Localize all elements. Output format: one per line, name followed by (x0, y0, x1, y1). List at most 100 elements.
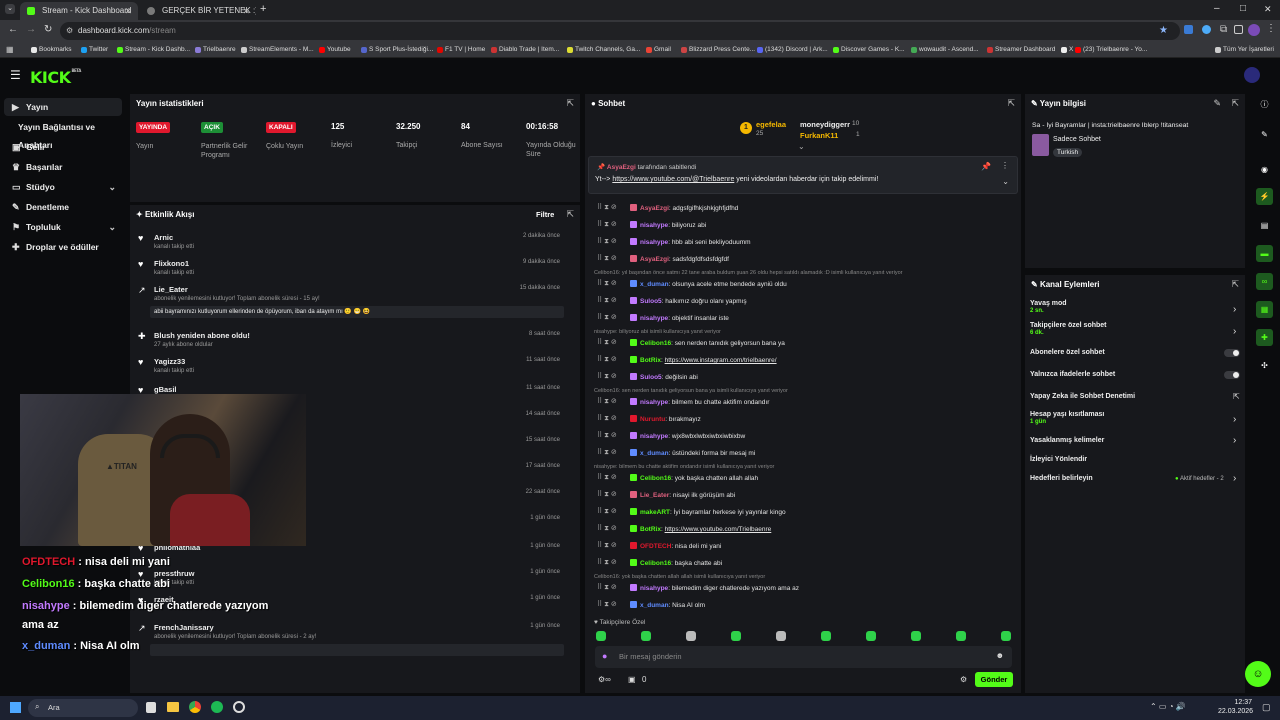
emote-icon[interactable] (1001, 631, 1011, 641)
chat-username[interactable]: Nuruntu (640, 416, 665, 423)
account-age-action[interactable]: Hesap yaşı kısıtlaması 1 gün (1030, 411, 1104, 425)
tab-youtube-video[interactable]: GERÇEK BİR YETENEK :) - Tier L ✕ (140, 2, 256, 20)
top-chatter-name[interactable]: moneydiggerr (800, 120, 850, 129)
mod-actions-icon[interactable]: ⠿ ⧗ ⊘ (597, 558, 617, 567)
sidebar-item-gelir[interactable]: ▣ Gelir (4, 138, 122, 156)
sidebar-item-basarilar[interactable]: ♛ Başarılar (4, 158, 122, 176)
emote-icon[interactable] (821, 631, 831, 641)
bookmark-item[interactable]: (23) Trielbaenre - Yo... (1074, 44, 1147, 56)
bookmark-item[interactable]: Discover Games - K... (832, 44, 905, 56)
event-username[interactable]: Arnic (154, 233, 173, 242)
chat-username[interactable]: x_duman (640, 450, 669, 457)
mod-actions-icon[interactable]: ⠿ ⧗ ⊘ (597, 524, 617, 533)
chat-link[interactable]: https://www.youtube.com/Trielbaenre (665, 526, 772, 533)
profile-avatar[interactable] (1248, 24, 1260, 36)
bookmark-item[interactable]: Blizzard Press Cente... (680, 44, 755, 56)
chat-username[interactable]: Lie_Eater (640, 492, 669, 499)
sidepanel-icon[interactable] (1234, 25, 1243, 34)
edit-icon[interactable]: ✎ (1213, 98, 1221, 109)
bookmark-item[interactable]: (1342) Discord | Ark... (756, 44, 828, 56)
info-icon[interactable]: ⓘ (1256, 96, 1273, 113)
kick-logo[interactable]: KICKBETA (30, 68, 81, 87)
bookmark-item[interactable]: X (1060, 44, 1073, 56)
chat-input[interactable]: ● Bir mesaj gönderin ☻ (595, 646, 1012, 668)
mod-actions-icon[interactable]: ⠿ ⧗ ⊘ (597, 600, 617, 609)
sidebar-item-denetleme[interactable]: ✎ Denetleme (4, 198, 122, 216)
mod-actions-icon[interactable]: ⠿ ⧗ ⊘ (597, 203, 617, 212)
mod-actions-icon[interactable]: ⠿ ⧗ ⊘ (597, 279, 617, 288)
extension-icon[interactable]: ⧉ (1220, 24, 1227, 35)
event-username[interactable]: pressthruw (154, 569, 194, 578)
emote-icon[interactable] (596, 631, 606, 641)
more-options-icon[interactable]: ⋮ (1001, 161, 1009, 170)
chat-username[interactable]: nisahype (640, 315, 668, 322)
mod-actions-icon[interactable]: ⠿ ⧗ ⊘ (597, 254, 617, 263)
sidebar-item-yayin[interactable]: ▶ Yayın (4, 98, 122, 116)
puzzle-icon[interactable]: ✣ (1256, 357, 1273, 374)
event-username[interactable]: Flixkono1 (154, 259, 189, 268)
send-button[interactable]: Gönder (975, 672, 1013, 687)
open-panel-icon[interactable]: ⇱ (1231, 98, 1239, 109)
mod-actions-icon[interactable]: ⠿ ⧗ ⊘ (597, 313, 617, 322)
mod-actions-icon[interactable]: ⠿ ⧗ ⊘ (597, 414, 617, 423)
chevron-right-icon[interactable]: › (1233, 326, 1236, 337)
chat-username[interactable]: Suloo5 (640, 298, 662, 305)
bookmark-item[interactable]: StreamElements - M... (240, 44, 314, 56)
sidebar-item-droplar[interactable]: ✚ Droplar ve ödüller (4, 238, 122, 256)
chat-username[interactable]: OFDTECH (640, 543, 671, 550)
chat-username[interactable]: Celibon16 (640, 475, 671, 482)
pinned-link[interactable]: https://www.youtube.com/@Trielbaenre (612, 176, 734, 183)
mod-actions-icon[interactable]: ⠿ ⧗ ⊘ (597, 473, 617, 482)
sidebar-item-stream-key[interactable]: Yayın Bağlantısı ve Anahtarı (4, 118, 122, 150)
emote-icon[interactable] (731, 631, 741, 641)
mod-actions-icon[interactable]: ⠿ ⧗ ⊘ (597, 431, 617, 440)
chat-username[interactable]: nisahype (640, 433, 668, 440)
emote-icon[interactable] (866, 631, 876, 641)
site-info-icon[interactable]: ⚙ (66, 22, 73, 40)
external-link-icon[interactable]: ⇱ (1233, 392, 1240, 401)
microphone-icon[interactable]: ● (602, 651, 607, 661)
bookmark-item[interactable]: Diablo Trade | Item... (490, 44, 559, 56)
chat-username[interactable]: x_duman (640, 602, 669, 609)
chat-username[interactable]: x_duman (640, 281, 669, 288)
sidebar-item-studyo[interactable]: ▭ Stüdyo ⌄ (4, 178, 122, 196)
event-username[interactable]: Lie_Eater (154, 285, 188, 294)
chat-username[interactable]: nisahype (640, 399, 668, 406)
emote-icon[interactable] (776, 631, 786, 641)
emote-only-toggle[interactable] (1224, 371, 1240, 379)
apps-icon[interactable]: ▦ (6, 45, 14, 54)
unpin-icon[interactable]: 📌 (981, 162, 991, 171)
grid-icon[interactable]: ▦ (1256, 301, 1273, 318)
top-chatter-name[interactable]: FurkanK11 (800, 131, 838, 140)
emoji-icon[interactable]: ☻ (996, 651, 1004, 660)
mod-actions-icon[interactable]: ⠿ ⧗ ⊘ (597, 237, 617, 246)
chevron-down-icon[interactable]: ⌄ (1002, 177, 1009, 186)
mod-actions-icon[interactable]: ⠿ ⧗ ⊘ (597, 541, 617, 550)
floating-chat-button[interactable]: ☺ (1245, 661, 1271, 687)
close-tab-icon[interactable]: ✕ (124, 2, 132, 20)
bookmark-star-icon[interactable]: ★ (1159, 22, 1168, 40)
camera-icon[interactable]: ◉ (1256, 161, 1273, 178)
chat-username[interactable]: BotRix (640, 357, 661, 364)
wrench-icon[interactable]: ✚ (1256, 329, 1273, 346)
gift-icon[interactable]: ▣ (628, 675, 636, 684)
subscribers-only-toggle[interactable] (1224, 349, 1240, 357)
bookmark-item[interactable]: Twitch Channels, Ga... (566, 44, 640, 56)
mod-actions-icon[interactable]: ⠿ ⧗ ⊘ (597, 507, 617, 516)
mod-actions-icon[interactable]: ⠿ ⧗ ⊘ (597, 355, 617, 364)
chat-settings-icon[interactable]: ⚙∞ (598, 675, 611, 684)
lightning-icon[interactable]: ⚡ (1256, 188, 1273, 205)
event-username[interactable]: Blush yeniden abone oldu! (154, 331, 250, 340)
chat-username[interactable]: Celibon16 (640, 340, 671, 347)
spotify-icon[interactable] (211, 701, 223, 713)
chat-link[interactable]: https://www.instagram.com/trielbaenre/ (665, 357, 777, 364)
chevron-right-icon[interactable]: › (1233, 304, 1236, 315)
chat-username[interactable]: AsyaEzgi (640, 256, 669, 263)
bookmark-item[interactable]: Trielbaenre (194, 44, 236, 56)
mod-actions-icon[interactable]: ⠿ ⧗ ⊘ (597, 338, 617, 347)
bookmark-item[interactable]: Youtube (318, 44, 351, 56)
chat-username[interactable]: Suloo5 (640, 374, 662, 381)
taskbar-search[interactable]: ⌕ Ara (28, 699, 138, 717)
event-username[interactable]: gBasil (154, 385, 177, 394)
chrome-menu-icon[interactable]: ⋮ (1266, 23, 1276, 34)
